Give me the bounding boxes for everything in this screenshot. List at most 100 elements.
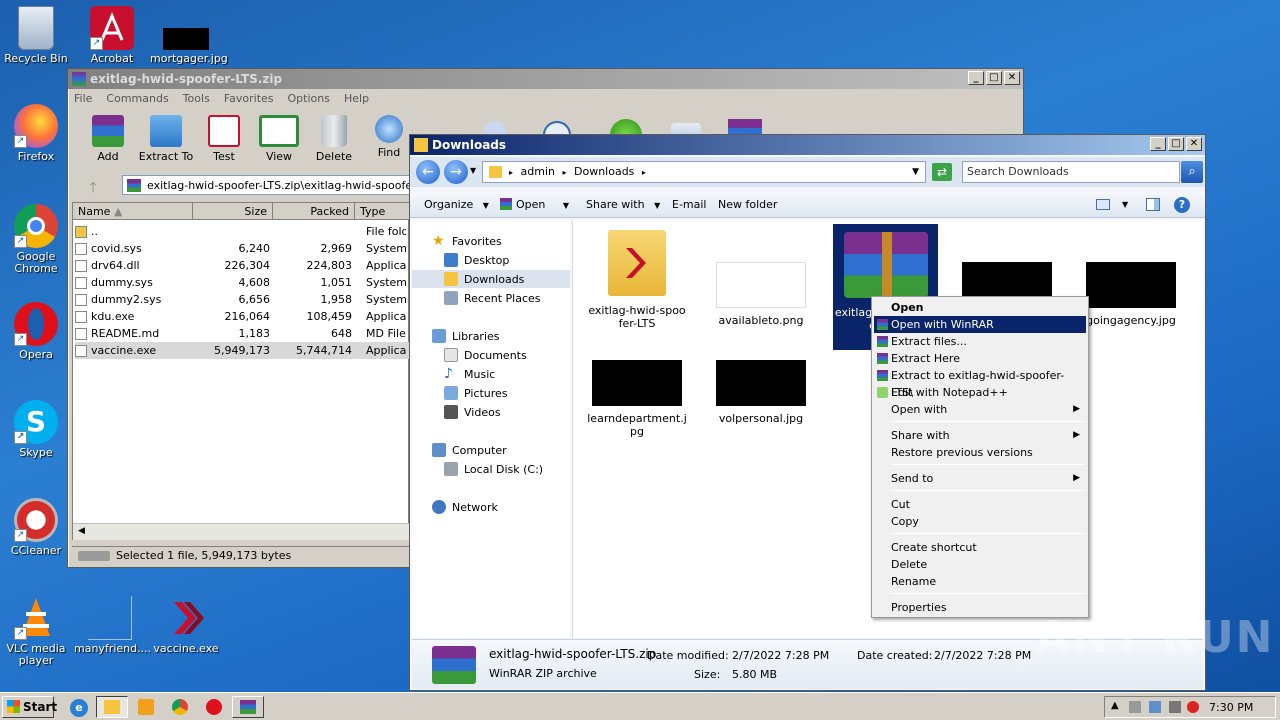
ctx-edit-notepadpp[interactable]: Edit with Notepad++ <box>874 384 1086 401</box>
minimize-button[interactable]: _ <box>968 71 984 85</box>
nav-videos[interactable]: Videos <box>444 403 501 421</box>
ctx-send-to[interactable]: Send to ▶ <box>874 470 1086 487</box>
nav-pictures[interactable]: Pictures <box>444 384 508 402</box>
forward-button[interactable]: → <box>444 160 468 184</box>
nav-libraries[interactable]: Libraries <box>432 327 500 345</box>
ctx-cut[interactable]: Cut <box>874 496 1086 513</box>
tray-network-icon[interactable] <box>1149 701 1161 713</box>
explorer-titlebar[interactable]: Downloads _ □ ✕ <box>410 135 1205 155</box>
tray-volume-icon[interactable] <box>1169 701 1181 713</box>
ctx-extract-here[interactable]: Extract Here <box>874 350 1086 367</box>
ctx-extract-to[interactable]: Extract to exitlag-hwid-spoofer-LTS\ <box>874 367 1086 399</box>
ctx-share-with[interactable]: Share with ▶ <box>874 427 1086 444</box>
ctx-copy[interactable]: Copy <box>874 513 1086 530</box>
file-tile-goingagency[interactable]: goingagency.jpg <box>1081 230 1181 327</box>
desktop-icon-skype[interactable]: S ↗ Skype <box>0 400 72 459</box>
menu-help[interactable]: Help <box>344 89 369 108</box>
ctx-open-with-winrar[interactable]: Open with WinRAR <box>874 316 1086 333</box>
taskbar-media-player-icon[interactable] <box>138 699 154 715</box>
col-type[interactable]: Type <box>355 203 410 220</box>
nav-downloads[interactable]: Downloads <box>412 270 570 288</box>
organize-button[interactable]: Organize ▼ <box>424 192 489 219</box>
desktop-icon-manyfriend[interactable]: manyfriend.... <box>74 596 151 655</box>
desktop-icon-recycle-bin[interactable]: Recycle Bin <box>0 6 72 65</box>
search-input[interactable]: Search Downloads <box>962 161 1180 183</box>
close-button[interactable]: ✕ <box>1004 71 1020 85</box>
nav-desktop[interactable]: Desktop <box>444 251 509 269</box>
desktop-icon-vaccine[interactable]: vaccine.exe <box>150 596 222 655</box>
menu-commands[interactable]: Commands <box>106 89 168 108</box>
toolbar-test-button[interactable]: Test <box>196 115 252 163</box>
desktop-icon-chrome[interactable]: ↗ Google Chrome <box>0 204 72 275</box>
taskbar-chrome-icon[interactable] <box>172 699 188 715</box>
ctx-restore-versions[interactable]: Restore previous versions <box>874 444 1086 461</box>
ctx-delete[interactable]: Delete <box>874 556 1086 573</box>
desktop-icon-firefox[interactable]: ↗ Firefox <box>0 104 72 163</box>
toolbar-view-button[interactable]: View <box>251 115 307 163</box>
share-with-button[interactable]: Share with ▼ <box>586 192 660 219</box>
nav-documents[interactable]: Documents <box>444 346 527 364</box>
clock[interactable]: 7:30 PM <box>1209 701 1253 714</box>
col-name[interactable]: Name ▲ <box>73 203 193 220</box>
tray-expand-icon[interactable]: ▲ <box>1111 700 1119 711</box>
table-row[interactable]: kdu.exe 216,064 108,459 Application <box>75 308 410 325</box>
table-row[interactable]: dummy2.sys 6,656 1,958 System file <box>75 291 410 308</box>
preview-pane-icon[interactable] <box>1146 198 1160 211</box>
nav-favorites[interactable]: ★ Favorites <box>432 232 502 250</box>
table-row[interactable]: README.md 1,183 648 MD File <box>75 325 410 342</box>
file-tile-learndepartment[interactable]: learndepartment.jpg <box>587 360 687 438</box>
winrar-path-field[interactable]: exitlag-hwid-spoofer-LTS.zip\exitlag-hwi… <box>122 175 412 195</box>
table-row[interactable]: vaccine.exe 5,949,173 5,744,714 Application <box>75 342 410 359</box>
maximize-button[interactable]: □ <box>1168 137 1184 151</box>
email-button[interactable]: E-mail <box>672 192 707 218</box>
table-row[interactable]: .. File folder <box>75 223 410 240</box>
col-size[interactable]: Size <box>193 203 273 220</box>
desktop-icon-opera[interactable]: ↗ Opera <box>0 302 72 361</box>
ctx-open[interactable]: Open <box>874 299 1086 316</box>
ctx-rename[interactable]: Rename <box>874 573 1086 590</box>
toolbar-delete-button[interactable]: Delete <box>306 115 362 163</box>
taskbar-opera-icon[interactable] <box>206 699 222 715</box>
address-dropdown-icon[interactable]: ▼ <box>912 162 919 182</box>
nav-music[interactable]: ♪ Music <box>444 365 495 383</box>
close-button[interactable]: ✕ <box>1186 137 1202 151</box>
table-row[interactable]: dummy.sys 4,608 1,051 System file <box>75 274 410 291</box>
nav-local-disk[interactable]: Local Disk (C:) <box>444 460 543 478</box>
tray-warning-icon[interactable] <box>1187 701 1199 713</box>
taskbar-explorer-button[interactable] <box>96 696 128 718</box>
col-packed[interactable]: Packed <box>273 203 355 220</box>
file-tile-folder[interactable]: exitlag-hwid-spoofer-LTS <box>587 230 687 330</box>
table-row[interactable]: covid.sys 6,240 2,969 System file <box>75 240 410 257</box>
desktop-icon-mortgager[interactable]: mortgager.jpg <box>150 6 228 65</box>
menu-options[interactable]: Options <box>288 89 330 108</box>
maximize-button[interactable]: □ <box>986 71 1002 85</box>
refresh-button[interactable]: ⇄ <box>932 163 952 181</box>
recent-pages-chevron-icon[interactable]: ▼ <box>470 166 476 175</box>
winrar-up-button[interactable]: 🡑 <box>82 177 104 196</box>
horizontal-scrollbar[interactable]: ◀ <box>73 523 410 540</box>
scroll-left-icon[interactable]: ◀ <box>75 526 88 539</box>
taskbar-winrar-button[interactable] <box>232 696 264 718</box>
toolbar-extract-to-button[interactable]: Extract To <box>138 115 194 163</box>
minimize-button[interactable]: _ <box>1150 137 1166 151</box>
nav-recent-places[interactable]: Recent Places <box>444 289 541 307</box>
desktop-icon-acrobat[interactable]: ↗ Acrobat <box>76 6 148 65</box>
menu-file[interactable]: File <box>74 89 92 108</box>
back-button[interactable]: ← <box>416 160 440 184</box>
winrar-titlebar[interactable]: exitlag-hwid-spoofer-LTS.zip _ □ ✕ <box>68 69 1023 89</box>
file-tile-volpersonal[interactable]: volpersonal.jpg <box>711 360 811 425</box>
tray-flag-icon[interactable] <box>1129 701 1141 713</box>
taskbar-ie-icon[interactable]: e <box>70 699 88 717</box>
breadcrumb-admin[interactable]: admin <box>521 165 555 178</box>
nav-network[interactable]: Network <box>432 498 498 516</box>
file-tile-availableto[interactable]: availableto.png <box>711 230 811 327</box>
ctx-open-with[interactable]: Open with ▶ <box>874 401 1086 418</box>
menu-tools[interactable]: Tools <box>183 89 210 108</box>
ctx-extract-files[interactable]: Extract files... <box>874 333 1086 350</box>
winrar-file-list[interactable]: Name ▲ Size Packed Type .. File folder cov… <box>72 202 410 540</box>
search-icon[interactable]: ⌕ <box>1181 161 1203 183</box>
context-menu[interactable]: Open Open with WinRAR Extract files... E… <box>871 296 1089 618</box>
nav-computer[interactable]: Computer <box>432 441 507 459</box>
view-options-icon[interactable] <box>1096 199 1110 210</box>
open-button[interactable]: Open ▼ <box>500 192 569 219</box>
